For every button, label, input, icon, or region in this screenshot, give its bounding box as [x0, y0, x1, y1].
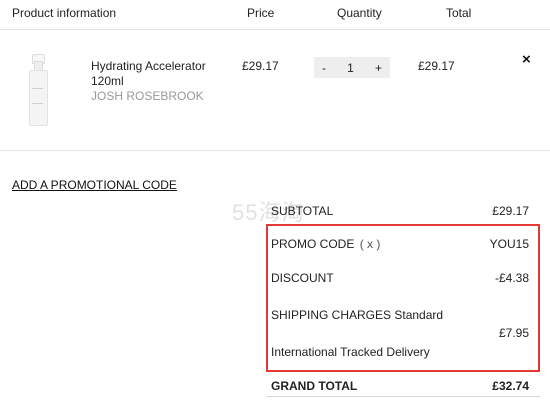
column-header-quantity: Quantity: [337, 6, 382, 20]
promo-code-label: PROMO CODE: [271, 237, 355, 251]
product-brand: JOSH ROSEBROOK: [91, 89, 204, 103]
quantity-stepper: - 1 +: [314, 57, 390, 78]
shipping-charges-label: SHIPPING CHARGES: [271, 308, 392, 322]
product-size: 120ml: [91, 74, 124, 88]
add-promotional-code-link[interactable]: ADD A PROMOTIONAL CODE: [12, 178, 177, 192]
shipping-method: Standard: [394, 308, 444, 322]
subtotal-value: £29.17: [492, 204, 529, 218]
product-name[interactable]: Hydrating Accelerator: [91, 59, 206, 74]
discount-value: -£4.38: [494, 271, 529, 285]
increase-quantity-button[interactable]: +: [375, 61, 382, 75]
grand-total-label: GRAND TOTAL: [271, 379, 358, 393]
shipping-charges-value: £7.95: [498, 326, 529, 340]
discount-label: DISCOUNT: [271, 271, 334, 285]
promo-code-row: PROMO CODE ( x ): [271, 237, 380, 251]
grand-total-divider: [266, 396, 540, 397]
item-divider: [0, 150, 550, 151]
bottle-label-shape: [32, 88, 43, 104]
promo-code-value: YOU15: [489, 237, 529, 251]
product-details: Hydrating Accelerator 120ml JOSH ROSEBRO…: [91, 59, 206, 104]
product-image[interactable]: [24, 52, 50, 126]
column-header-product: Product information: [12, 6, 117, 20]
header-divider: [0, 29, 550, 30]
product-price: £29.17: [242, 59, 279, 73]
shipping-method-detail: International Tracked Delivery: [271, 345, 430, 359]
remove-promo-code-button[interactable]: ( x ): [360, 237, 381, 251]
shipping-charges-row: SHIPPING CHARGES Standard: [271, 308, 443, 322]
column-header-price: Price: [247, 6, 275, 20]
column-header-total: Total: [446, 6, 472, 20]
subtotal-label: SUBTOTAL: [271, 204, 334, 218]
remove-item-button[interactable]: ×: [522, 51, 531, 68]
product-line-total: £29.17: [418, 59, 455, 73]
grand-total-value: £32.74: [492, 379, 529, 393]
decrease-quantity-button[interactable]: -: [322, 61, 326, 75]
quantity-value[interactable]: 1: [347, 61, 354, 75]
